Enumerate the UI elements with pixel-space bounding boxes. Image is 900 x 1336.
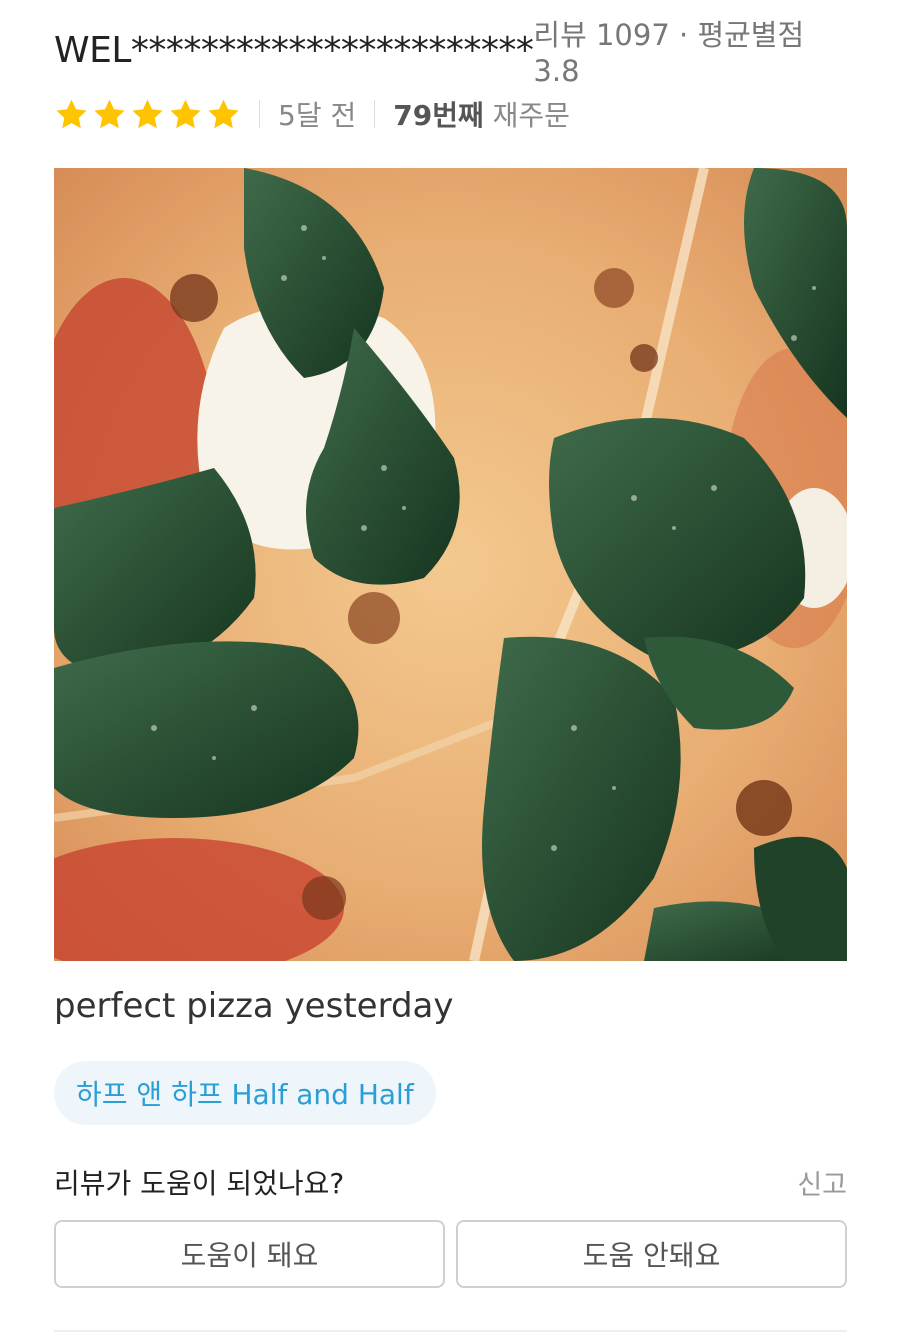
- reorder-count: 79번째: [393, 99, 484, 132]
- star-icon: [56, 99, 87, 128]
- helpful-question: 리뷰가 도움이 되었나요?: [54, 1167, 345, 1200]
- star-rating: [54, 97, 241, 132]
- reorder-suffix: 재주문: [492, 99, 570, 132]
- divider: [259, 100, 260, 128]
- star-icon: [132, 99, 163, 128]
- menu-item-chip[interactable]: 하프 앤 하프 Half and Half: [54, 1061, 436, 1125]
- review-time: 5달 전: [278, 99, 357, 132]
- review-text: perfect pizza yesterday: [54, 986, 454, 1026]
- report-link[interactable]: 신고: [797, 1163, 847, 1202]
- divider: [374, 100, 376, 128]
- pizza-photo: [54, 168, 847, 961]
- divider: [54, 1330, 847, 1332]
- menu-item-label: 하프 앤 하프 Half and Half: [76, 1078, 414, 1111]
- rating-row: 5달 전 79번째 재주문: [54, 92, 570, 136]
- star-icon: [94, 99, 125, 128]
- reviewer-name[interactable]: WEL***********************: [54, 30, 534, 71]
- star-icon: [170, 99, 201, 128]
- review-card: WEL*********************** 리뷰 1097 · 평균별…: [0, 0, 900, 1336]
- helpful-no-button[interactable]: 도움 안돼요: [456, 1220, 847, 1288]
- helpful-yes-button[interactable]: 도움이 돼요: [54, 1220, 445, 1288]
- helpful-row: 리뷰가 도움이 되었나요? 신고: [54, 1160, 847, 1204]
- reorder-badge: 79번째 재주문: [393, 94, 570, 134]
- review-header: WEL*********************** 리뷰 1097 · 평균별…: [54, 18, 846, 88]
- star-icon: [208, 99, 239, 128]
- review-photo[interactable]: [54, 168, 847, 961]
- reviewer-stats: 리뷰 1097 · 평균별점 3.8: [533, 18, 805, 88]
